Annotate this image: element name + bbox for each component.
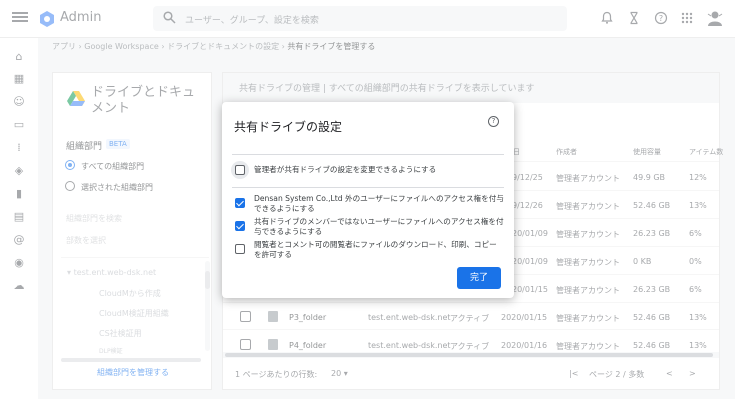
option-label: 閲覧者とコメント可の閲覧者にファイルのダウンロード、印刷、コピーを許可する (254, 240, 497, 259)
dialog-help-icon[interactable]: ? (488, 116, 499, 127)
dialog-title: 共有ドライブの設定 (234, 120, 343, 134)
option-label: 共有ドライブのメンバーではないユーザーにファイルへのアクセス権を付与できるように… (254, 217, 504, 236)
checkbox-viewer-download[interactable] (235, 244, 245, 254)
checkbox-admin-change-settings[interactable] (235, 165, 245, 175)
shared-drive-settings-dialog: 共有ドライブの設定 ? 管理者が共有ドライブの設定を変更できるようにする Den… (222, 102, 514, 298)
checkbox-non-member-sharing[interactable] (235, 221, 245, 231)
checkbox-external-sharing[interactable] (235, 198, 245, 208)
option-label: 管理者が共有ドライブの設定を変更できるようにする (254, 165, 437, 174)
option-label: Densan System Co.,Ltd 外のユーザーにファイルへのアクセス権… (254, 194, 504, 213)
done-button[interactable]: 完了 (457, 267, 501, 289)
